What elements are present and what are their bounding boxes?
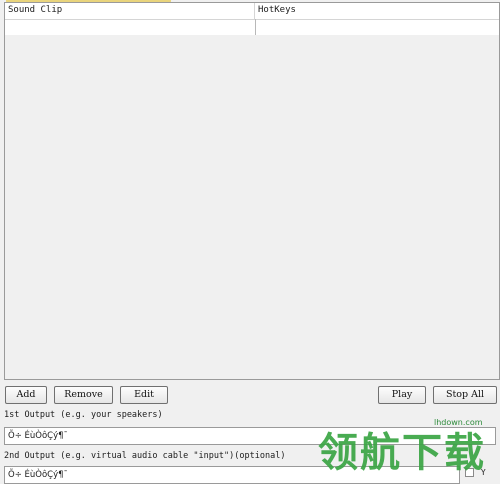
option-checkbox-label: Y <box>480 468 486 477</box>
list-item[interactable] <box>5 19 499 36</box>
remove-button[interactable]: Remove <box>54 386 113 404</box>
sound-clip-list[interactable]: Sound Clip HotKeys <box>4 2 500 380</box>
row-divider <box>255 19 256 35</box>
watermark-url: lhdown.com <box>434 418 483 427</box>
edit-button[interactable]: Edit <box>120 386 168 404</box>
stop-all-button[interactable]: Stop All <box>433 386 497 404</box>
second-output-label: 2nd Output (e.g. virtual audio cable "in… <box>4 451 286 461</box>
first-output-select[interactable]: Õ÷ ÉùÒôÇý¶¯ <box>4 427 496 445</box>
column-header-hotkeys[interactable]: HotKeys <box>255 3 499 19</box>
list-empty-area[interactable] <box>5 35 499 379</box>
play-button[interactable]: Play <box>378 386 426 404</box>
first-output-label: 1st Output (e.g. your speakers) <box>4 410 163 420</box>
add-button[interactable]: Add <box>5 386 47 404</box>
list-header: Sound Clip HotKeys <box>5 3 499 20</box>
option-checkbox-row[interactable]: Y <box>465 468 486 478</box>
second-output-select[interactable]: Õ÷ ÉùÒôÇý¶¯ <box>4 466 460 484</box>
column-header-sound-clip[interactable]: Sound Clip <box>5 3 255 19</box>
option-checkbox[interactable] <box>465 468 474 477</box>
